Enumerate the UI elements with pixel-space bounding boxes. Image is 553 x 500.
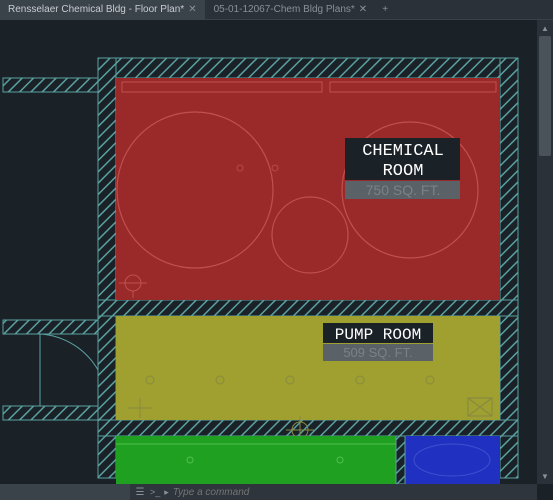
scroll-up-arrow[interactable]: ▲: [537, 20, 553, 36]
new-tab-button[interactable]: +: [376, 0, 394, 19]
blue-room-fill: [405, 436, 500, 484]
vertical-scrollbar[interactable]: ▲ ▼: [537, 20, 553, 484]
scroll-track[interactable]: [537, 36, 553, 468]
command-prompt-icon: >_: [150, 487, 160, 497]
tab-label: Rensselaer Chemical Bldg - Floor Plan*: [8, 4, 184, 15]
chemical-room-area: 750 SQ. FT.: [366, 182, 441, 198]
command-line-bar: ☰ >_ ▸: [0, 484, 537, 500]
tab-active[interactable]: Rensselaer Chemical Bldg - Floor Plan* ✕: [0, 0, 206, 19]
tab-bar: Rensselaer Chemical Bldg - Floor Plan* ✕…: [0, 0, 553, 20]
tab-label: 05-01-12067-Chem Bldg Plans*: [214, 4, 355, 15]
scroll-down-arrow[interactable]: ▼: [537, 468, 553, 484]
close-icon[interactable]: ✕: [188, 4, 196, 15]
plus-icon: +: [382, 4, 388, 15]
close-icon[interactable]: ✕: [359, 4, 367, 15]
green-room-fill: [116, 436, 396, 484]
scroll-thumb[interactable]: [539, 36, 551, 156]
pump-room-label: PUMP ROOM: [335, 326, 421, 344]
chemical-room-label-2: ROOM: [383, 162, 424, 181]
command-input[interactable]: [173, 487, 533, 498]
tab-inactive[interactable]: 05-01-12067-Chem Bldg Plans* ✕: [206, 0, 377, 19]
command-box[interactable]: ☰ >_ ▸: [130, 484, 537, 500]
pump-room-area: 509 SQ. FT.: [343, 345, 412, 360]
chemical-room-label-1: CHEMICAL: [362, 142, 444, 161]
drawing-canvas[interactable]: CHEMICAL ROOM 750 SQ. FT. PUMP ROOM 509 …: [0, 20, 537, 484]
floor-plan-svg: CHEMICAL ROOM 750 SQ. FT. PUMP ROOM 509 …: [0, 20, 537, 484]
chevron-right-icon: ▸: [164, 487, 169, 498]
pump-room-fill: [116, 316, 500, 420]
command-menu-icon[interactable]: ☰: [134, 486, 146, 498]
